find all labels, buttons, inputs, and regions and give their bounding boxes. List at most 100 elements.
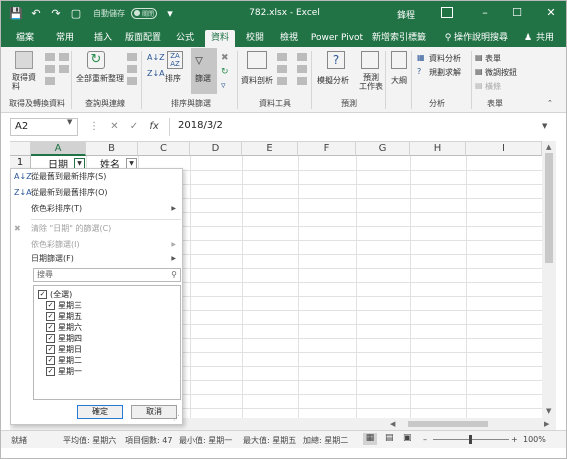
tab-page-layout[interactable]: 版面配置 xyxy=(123,30,163,47)
queries-connections-icon[interactable] xyxy=(127,53,137,61)
filter-item[interactable]: ✓ 星期五 xyxy=(46,311,82,322)
expand-formula-bar-icon[interactable]: ▼ xyxy=(542,122,547,130)
column-header-a[interactable]: A xyxy=(31,142,86,156)
scrollbar-control[interactable]: 橫條 xyxy=(485,81,501,92)
forecast-sheet-button[interactable]: 預測 工作表 xyxy=(357,73,385,91)
column-header-g[interactable]: G xyxy=(356,142,410,156)
manage-data-model-icon[interactable] xyxy=(297,77,307,85)
zoom-in-icon[interactable]: + xyxy=(511,435,518,444)
clear-filter-icon[interactable]: ✖ xyxy=(221,53,229,63)
from-text-icon[interactable] xyxy=(45,53,55,61)
vertical-scrollbar[interactable]: ▲ ▼ xyxy=(542,141,556,418)
data-analysis-button[interactable]: 資料分析 xyxy=(429,53,461,64)
column-header-i[interactable]: I xyxy=(466,142,542,156)
properties-icon[interactable] xyxy=(127,65,137,73)
ok-button[interactable]: 確定 xyxy=(77,405,123,419)
tab-formulas[interactable]: 公式 xyxy=(171,30,199,47)
cancel-button[interactable]: 取消 xyxy=(131,405,177,419)
filter-button[interactable]: 篩選 xyxy=(195,73,211,84)
sort-az-icon[interactable]: A↓Z xyxy=(147,53,165,62)
ribbon-display-options-icon[interactable] xyxy=(441,7,453,18)
filter-item[interactable]: ✓ 星期三 xyxy=(46,300,82,311)
checkbox-icon[interactable]: ✓ xyxy=(38,290,47,299)
spin-button[interactable]: 微調按鈕 xyxy=(485,67,517,78)
select-all-corner[interactable] xyxy=(10,142,31,156)
scroll-down-icon[interactable]: ▼ xyxy=(546,407,551,415)
page-break-view-icon[interactable]: ▣ xyxy=(403,433,412,443)
checkbox-icon[interactable]: ✓ xyxy=(46,345,55,354)
checkbox-icon[interactable]: ✓ xyxy=(46,312,55,321)
horizontal-scroll-thumb[interactable] xyxy=(408,421,488,427)
filter-item-select-all[interactable]: ✓ (全選) xyxy=(38,289,72,300)
scroll-right-icon[interactable]: ▶ xyxy=(544,420,549,428)
zoom-level[interactable]: 100% xyxy=(523,435,546,444)
refresh-all-button[interactable]: 全部重新整理 xyxy=(75,73,125,84)
menu-date-filters[interactable]: 日期篩選(F) ▶ xyxy=(11,251,182,267)
enter-icon[interactable]: ✓ xyxy=(130,121,138,132)
tell-me-search[interactable]: 操作說明搜尋 xyxy=(453,30,509,47)
from-table-icon[interactable] xyxy=(45,77,55,85)
advanced-filter-icon[interactable]: ▿ xyxy=(221,81,226,91)
column-header-h[interactable]: H xyxy=(410,142,466,156)
form-button[interactable]: 表單 xyxy=(485,53,501,64)
collapse-ribbon-icon[interactable]: ⌃ xyxy=(547,99,553,107)
existing-connections-icon[interactable] xyxy=(59,65,69,73)
resize-grip-icon[interactable]: ⋰ xyxy=(173,414,180,422)
checkbox-icon[interactable]: ✓ xyxy=(46,301,55,310)
flash-fill-icon[interactable] xyxy=(277,53,287,61)
column-header-b[interactable]: B xyxy=(86,142,138,156)
tab-insert[interactable]: 插入 xyxy=(89,30,117,47)
sort-button[interactable]: 排序 xyxy=(165,73,181,84)
scroll-left-icon[interactable]: ◀ xyxy=(390,420,395,428)
get-data-button[interactable]: 取得資 料 xyxy=(12,73,42,91)
checkbox-icon[interactable]: ✓ xyxy=(46,356,55,365)
insert-function-button[interactable]: fx xyxy=(149,121,158,132)
zoom-slider-thumb[interactable] xyxy=(469,435,472,444)
filter-item[interactable]: ✓ 星期日 xyxy=(46,344,82,355)
data-validation-icon[interactable] xyxy=(277,77,287,85)
filter-item[interactable]: ✓ 星期一 xyxy=(46,366,82,377)
menu-sort-by-color[interactable]: 依色彩排序(T) ▶ xyxy=(11,201,182,217)
relationships-icon[interactable] xyxy=(297,65,307,73)
scroll-up-icon[interactable]: ▲ xyxy=(546,143,551,151)
from-web-icon[interactable] xyxy=(45,65,55,73)
checkbox-icon[interactable]: ✓ xyxy=(46,323,55,332)
normal-view-icon[interactable]: ▦ xyxy=(363,433,377,445)
filter-item[interactable]: ✓ 星期六 xyxy=(46,322,82,333)
close-button[interactable]: ✕ xyxy=(541,5,561,21)
tab-home[interactable]: 常用 xyxy=(51,30,79,47)
recent-sources-icon[interactable] xyxy=(59,53,69,61)
formula-input[interactable]: 2018/3/2 xyxy=(169,118,553,136)
checkbox-icon[interactable]: ✓ xyxy=(46,367,55,376)
edit-links-icon[interactable] xyxy=(127,77,137,85)
tab-new-tab[interactable]: 新增索引標籤 xyxy=(371,30,427,47)
filter-search-input[interactable]: 搜尋 ⚲ xyxy=(33,268,181,282)
remove-duplicates-icon[interactable] xyxy=(277,65,287,73)
tab-data[interactable]: 資料 xyxy=(205,30,235,47)
checkbox-icon[interactable]: ✓ xyxy=(46,334,55,343)
name-box-dropdown-icon[interactable]: ▼ xyxy=(67,118,72,126)
column-header-d[interactable]: D xyxy=(190,142,242,156)
user-name[interactable]: 鋒程 xyxy=(397,8,415,21)
share-button[interactable]: 共用 xyxy=(533,30,557,47)
filter-item[interactable]: ✓ 星期四 xyxy=(46,333,82,344)
solver-button[interactable]: 規劃求解 xyxy=(429,67,461,78)
column-header-e[interactable]: E xyxy=(242,142,298,156)
vertical-scroll-thumb[interactable] xyxy=(545,153,553,263)
minimize-button[interactable]: – xyxy=(475,5,495,21)
menu-sort-descending[interactable]: Z↓A 從最新到最舊排序(O) xyxy=(11,185,182,201)
zoom-out-icon[interactable]: – xyxy=(423,435,427,444)
reapply-icon[interactable]: ↻ xyxy=(221,67,229,77)
menu-sort-ascending[interactable]: A↓Z 從最舊到最新排序(S) xyxy=(11,169,182,185)
filter-item[interactable]: ✓ 星期二 xyxy=(46,355,82,366)
column-header-f[interactable]: F xyxy=(298,142,356,156)
outline-button[interactable]: 大綱 xyxy=(391,75,407,86)
page-layout-view-icon[interactable]: ▤ xyxy=(385,433,394,443)
tab-power-pivot[interactable]: Power Pivot xyxy=(309,30,365,47)
sort-za-icon[interactable]: Z↓A xyxy=(147,69,165,78)
text-to-columns-button[interactable]: 資料剖析 xyxy=(241,75,273,86)
tab-view[interactable]: 檢視 xyxy=(275,30,303,47)
cancel-icon[interactable]: ✕ xyxy=(110,121,118,132)
consolidate-icon[interactable] xyxy=(297,53,307,61)
tab-file[interactable]: 檔案 xyxy=(11,30,39,47)
